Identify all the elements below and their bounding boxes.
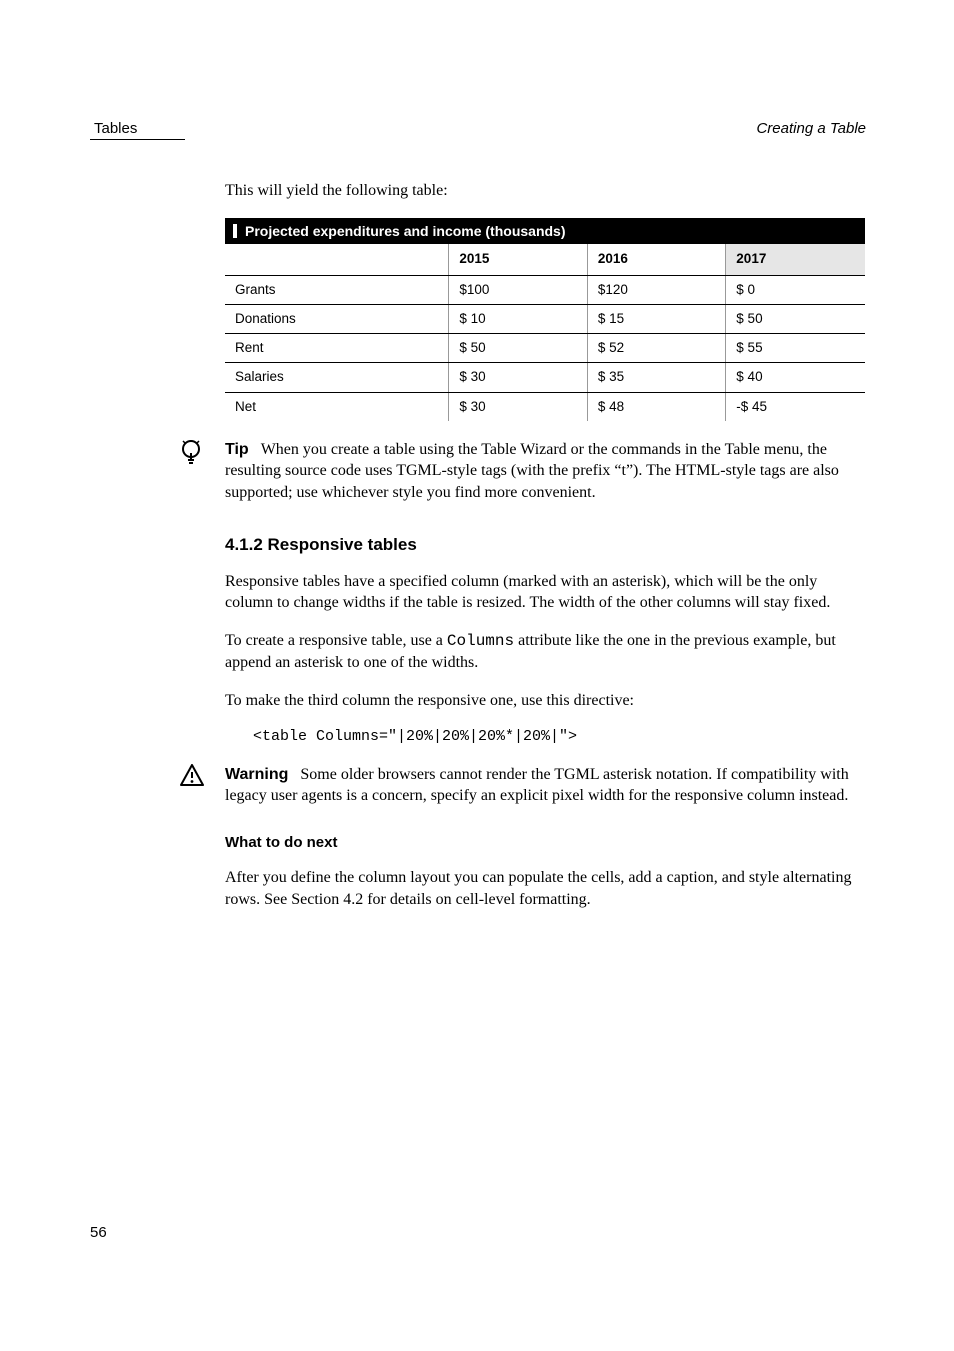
table-header-2017: 2017 xyxy=(726,244,865,275)
tip-block: Tip When you create a table using the Ta… xyxy=(180,439,865,504)
table-cell: -$ 45 xyxy=(726,392,865,421)
lightbulb-icon xyxy=(180,439,202,465)
header-rule xyxy=(90,139,185,140)
table-cell: Salaries xyxy=(225,363,449,392)
table-row: Donations $ 10 $ 15 $ 50 xyxy=(225,304,865,333)
code-line: <table Columns="|20%|20%|20%*|20%|"> xyxy=(253,727,865,747)
table-header-2016: 2016 xyxy=(587,244,725,275)
table-cell: $ 52 xyxy=(587,334,725,363)
warning-text: Warning Some older browsers cannot rende… xyxy=(225,764,865,807)
table-row: Salaries $ 30 $ 35 $ 40 xyxy=(225,363,865,392)
table-cell: $ 10 xyxy=(449,304,587,333)
page-number: 56 xyxy=(90,1224,107,1241)
title-marker-icon xyxy=(233,224,237,238)
running-header: Tables Creating a Table xyxy=(90,120,874,137)
table-cell: $ 30 xyxy=(449,392,587,421)
warning-block: Warning Some older browsers cannot rende… xyxy=(180,764,865,807)
table-title: Projected expenditures and income (thous… xyxy=(245,223,566,239)
table-cell: Donations xyxy=(225,304,449,333)
table-cell: Grants xyxy=(225,275,449,304)
tip-body: When you create a table using the Table … xyxy=(225,441,839,501)
section-title: 4.1.2 Responsive tables xyxy=(225,534,865,557)
table-title-cell: Projected expenditures and income (thous… xyxy=(225,218,865,245)
table-body: Grants $100 $120 $ 0 Donations $ 10 $ 15… xyxy=(225,275,865,421)
responsive-para-1: Responsive tables have a specified colum… xyxy=(225,571,865,614)
tip-icon-col xyxy=(180,439,225,465)
table-cell: $ 50 xyxy=(449,334,587,363)
table-cell: $ 30 xyxy=(449,363,587,392)
table-row: Rent $ 50 $ 52 $ 55 xyxy=(225,334,865,363)
table-header-row: 2015 2016 2017 xyxy=(225,244,865,275)
page: Tables Creating a Table This will yield … xyxy=(0,0,954,1351)
responsive-p2-a: To create a responsive table, use a xyxy=(225,632,447,649)
warning-body: Some older browsers cannot render the TG… xyxy=(225,766,849,805)
header-right: Creating a Table xyxy=(756,120,866,137)
responsive-para-2: To create a responsive table, use a Colu… xyxy=(225,630,865,674)
table-header-blank xyxy=(225,244,449,275)
table-row: Net $ 30 $ 48 -$ 45 xyxy=(225,392,865,421)
table-cell: $ 40 xyxy=(726,363,865,392)
table-cell: $100 xyxy=(449,275,587,304)
table-row: Grants $100 $120 $ 0 xyxy=(225,275,865,304)
what-next-body: After you define the column layout you c… xyxy=(225,867,865,910)
responsive-para-3: To make the third column the responsive … xyxy=(225,690,865,712)
table-cell: $ 0 xyxy=(726,275,865,304)
table-cell: $120 xyxy=(587,275,725,304)
table-cell: Rent xyxy=(225,334,449,363)
table-cell: $ 50 xyxy=(726,304,865,333)
intro-text: This will yield the following table: xyxy=(225,180,865,202)
what-next-title: What to do next xyxy=(225,833,865,853)
columns-code: Columns xyxy=(447,632,514,650)
warning-icon xyxy=(180,764,204,786)
tip-label: Tip xyxy=(225,441,249,458)
table-cell: $ 15 xyxy=(587,304,725,333)
body-content: This will yield the following table: Pro… xyxy=(225,180,865,910)
warning-icon-col xyxy=(180,764,225,786)
table-header-2015: 2015 xyxy=(449,244,587,275)
header-left: Tables xyxy=(94,120,137,137)
table-cell: $ 55 xyxy=(726,334,865,363)
expenditures-table: Projected expenditures and income (thous… xyxy=(225,218,865,421)
warning-label: Warning xyxy=(225,766,288,783)
table-cell: $ 35 xyxy=(587,363,725,392)
table-cell: Net xyxy=(225,392,449,421)
table-cell: $ 48 xyxy=(587,392,725,421)
tip-text: Tip When you create a table using the Ta… xyxy=(225,439,865,504)
